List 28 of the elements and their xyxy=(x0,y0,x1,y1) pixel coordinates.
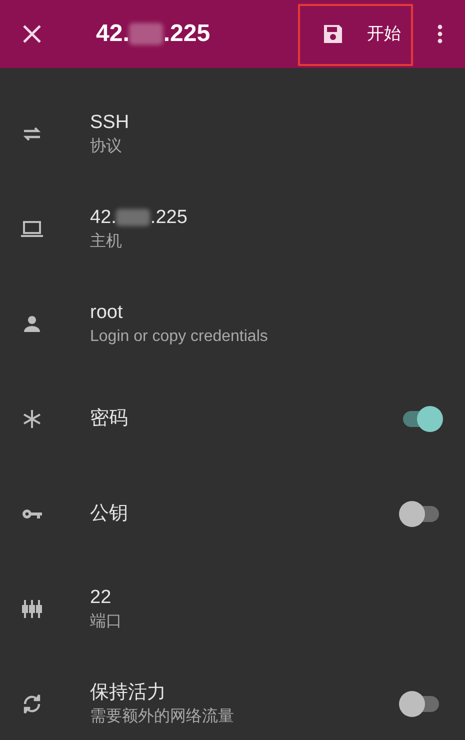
start-button[interactable]: 开始 xyxy=(367,21,401,47)
close-icon[interactable] xyxy=(22,24,42,44)
row-title: 公钥 xyxy=(90,502,128,526)
settings-row[interactable]: 公钥 xyxy=(0,466,465,561)
host-address-end: .225 xyxy=(163,19,210,49)
settings-row[interactable]: SSH 协议 xyxy=(0,86,465,181)
redacted-blur xyxy=(116,208,150,226)
row-subtitle: 端口 xyxy=(90,612,122,632)
settings-row[interactable]: 保持活力 需要额外的网络流量 xyxy=(0,656,465,740)
row-title: root xyxy=(90,300,124,324)
settings-row[interactable]: root Login or copy credentials xyxy=(0,276,465,371)
host-address-start: 42. xyxy=(96,19,130,49)
settings-row[interactable]: 密码 xyxy=(0,371,465,466)
row-title: 密码 xyxy=(90,406,128,430)
row-subtitle: 主机 xyxy=(90,232,123,252)
settings-row[interactable]: 22 端口 xyxy=(0,561,465,656)
row-title: 保持活力 xyxy=(90,680,167,704)
save-icon[interactable] xyxy=(321,22,345,46)
host-address-start: 42. xyxy=(90,206,116,230)
host-address-end: .225 xyxy=(150,206,188,230)
settings-row[interactable]: 42. .225 主机 xyxy=(0,181,465,276)
row-subtitle: 需要额外的网络流量 xyxy=(90,706,234,726)
row-subtitle: 协议 xyxy=(90,136,123,156)
row-subtitle: Login or copy credentials xyxy=(90,326,268,346)
redacted-blur xyxy=(129,23,164,45)
more-menu-icon[interactable] xyxy=(437,24,443,44)
row-title: SSH xyxy=(90,110,130,134)
row-title: 22 xyxy=(90,586,112,610)
